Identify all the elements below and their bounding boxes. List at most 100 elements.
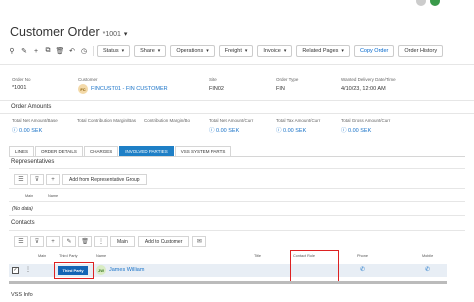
user-avatar[interactable] [416, 0, 426, 6]
operations-button[interactable]: Operations ▾ [170, 45, 215, 57]
column-header-main[interactable]: Main [38, 254, 46, 258]
chevron-down-icon: ▾ [244, 48, 248, 54]
chevron-down-icon: ▾ [157, 48, 161, 54]
filter-icon[interactable]: ⊽ [30, 174, 44, 185]
info-icon: ⓘ [276, 128, 284, 134]
column-header-name[interactable]: Name [96, 254, 106, 258]
main-button[interactable]: Main [110, 236, 135, 247]
status-button[interactable]: Status ▾ [97, 45, 131, 57]
tab-underline [9, 156, 465, 157]
total-contribution-margin-label: Total Contribution Margin/Bas [77, 118, 137, 123]
divider [9, 168, 465, 169]
copy-icon[interactable]: ⧉ [42, 45, 54, 57]
wanted-delivery-value: 4/10/23, 12:00 AM [341, 86, 386, 92]
clock-icon[interactable]: ◷ [78, 45, 90, 57]
divider [9, 230, 465, 231]
order-number-badge: *1001 [102, 31, 121, 38]
list-icon[interactable]: ☰ [14, 174, 28, 185]
contact-avatar: JW [96, 265, 106, 275]
mobile-phone-icon[interactable]: ✆ [425, 266, 430, 273]
chevron-down-icon: ▾ [283, 48, 287, 54]
representatives-toolbar: ☰ ⊽ + Add from Representative Group [14, 174, 150, 185]
customer-link[interactable]: FINCUST01 - FIN CUSTOMER [91, 86, 168, 92]
phone-icon[interactable]: ✆ [360, 266, 365, 273]
email-icon[interactable]: ✉ [192, 236, 207, 247]
contact-name-link[interactable]: James William [109, 267, 144, 273]
plus-icon[interactable]: + [30, 45, 42, 57]
empty-state-text: (No data) [12, 206, 33, 212]
page-title-text: Customer Order [10, 25, 100, 39]
total-gross-amount-value[interactable]: ⓘ 0.00 SEK [341, 126, 371, 134]
info-icon: ⓘ [341, 128, 349, 134]
related-pages-button[interactable]: Related Pages ▾ [296, 45, 350, 57]
share-button[interactable]: Share ▾ [134, 45, 167, 57]
status-dot-icon [430, 0, 440, 6]
order-no-label: Order No [12, 77, 31, 82]
column-header-mobile[interactable]: Mobile [422, 254, 433, 258]
paperclip-icon[interactable]: ⚲ [6, 45, 18, 57]
order-type-value: FIN [276, 86, 285, 92]
freight-button[interactable]: Freight ▾ [218, 45, 254, 57]
top-strip [0, 0, 474, 12]
divider [0, 64, 474, 65]
copy-order-button[interactable]: Copy Order [353, 45, 395, 57]
undo-icon[interactable]: ↶ [66, 45, 78, 57]
total-net-amount-curr-value[interactable]: ⓘ 0.00 SEK [209, 126, 239, 134]
tab-bar: LINES ORDER DETAILS CHARGES INVOLVED PAR… [9, 146, 232, 156]
column-header-title[interactable]: Title [254, 254, 261, 258]
column-header-phone[interactable]: Phone [357, 254, 368, 258]
divider [0, 100, 474, 101]
highlight-contact-role [290, 250, 339, 282]
add-to-customer-button[interactable]: Add to Customer [137, 236, 190, 247]
site-label: Site [209, 77, 217, 82]
filter-icon[interactable]: ⊽ [30, 236, 44, 247]
tab-charges[interactable]: CHARGES [83, 146, 119, 156]
column-header-main[interactable]: Main [25, 194, 33, 198]
column-header-third-party[interactable]: Third Party [59, 254, 78, 258]
invoice-button[interactable]: Invoice ▾ [257, 45, 293, 57]
trash-icon[interactable]: 🗑 [54, 45, 66, 57]
order-amounts-heading: Order Amounts [11, 104, 52, 110]
highlight-third-party [54, 262, 94, 279]
pencil-icon[interactable]: ✎ [62, 236, 76, 247]
info-icon: ⓘ [209, 128, 217, 134]
tab-involved-parties[interactable]: INVOLVED PARTIES [119, 146, 174, 156]
order-type-label: Order Type [276, 77, 299, 82]
contacts-toolbar: ☰ ⊽ + ✎ 🗑 ⋮ Main Add to Customer ✉ [14, 236, 208, 247]
divider [9, 188, 465, 189]
total-net-amount-curr-label: Total Net Amount/Curr [209, 118, 254, 123]
total-tax-amount-value[interactable]: ⓘ 0.00 SEK [276, 126, 306, 134]
chevron-down-icon[interactable]: ▾ [124, 31, 128, 38]
plus-icon[interactable]: + [46, 174, 60, 185]
divider [9, 215, 465, 216]
site-value: FIN02 [209, 86, 224, 92]
pencil-icon[interactable]: ✎ [18, 45, 30, 57]
order-no-value: *1001 [12, 85, 27, 91]
contribution-margin-label: Contribution Margin/Bo [144, 118, 191, 123]
total-tax-amount-label: Total Tax Amount/Curr [276, 118, 321, 123]
total-net-amount-base-value[interactable]: ⓘ 0.00 SEK [12, 126, 42, 134]
chevron-down-icon: ▾ [121, 48, 125, 54]
tab-vss-system-parts[interactable]: VSS SYSTEM PARTS [174, 146, 232, 156]
info-icon: ⓘ [12, 128, 20, 134]
order-history-button[interactable]: Order History [398, 45, 444, 57]
more-icon[interactable]: ⋮ [25, 266, 31, 273]
total-net-amount-base-label: Total Net Amount/Base [12, 118, 58, 123]
tab-order-details[interactable]: ORDER DETAILS [35, 146, 83, 156]
total-gross-amount-label: Total Gross Amount/Curr [341, 118, 391, 123]
more-icon[interactable]: ⋮ [94, 236, 108, 247]
list-icon[interactable]: ☰ [14, 236, 28, 247]
add-from-representative-group-button[interactable]: Add from Representative Group [62, 174, 147, 185]
trash-icon[interactable]: 🗑 [78, 236, 92, 247]
chevron-down-icon: ▾ [341, 48, 344, 54]
row-checkbox[interactable]: ✓ [12, 267, 19, 274]
contacts-heading: Contacts [11, 220, 35, 226]
customer-label: Customer [78, 77, 98, 82]
plus-icon[interactable]: + [46, 236, 60, 247]
tab-lines[interactable]: LINES [9, 146, 35, 156]
column-header-name[interactable]: Name [48, 194, 58, 198]
wanted-delivery-label: Wanted Delivery Date/Time [341, 77, 396, 82]
page-title: Customer Order *1001 ▾ [10, 25, 127, 39]
toolbar: ⚲ ✎ + ⧉ 🗑 ↶ ◷ Status ▾ Share ▾ Operations ▾… [6, 44, 474, 58]
horizontal-scrollbar[interactable] [9, 281, 447, 284]
